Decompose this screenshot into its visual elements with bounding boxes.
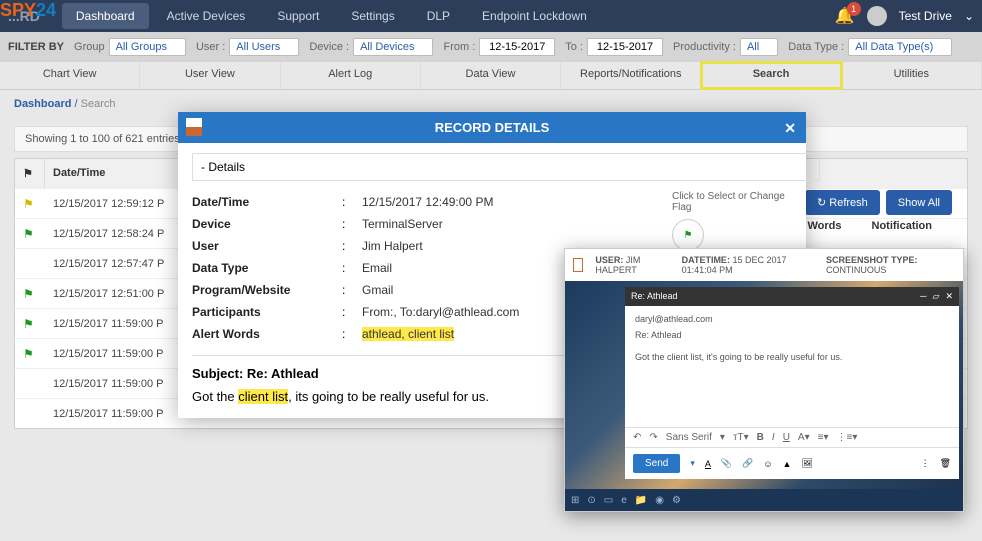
group-select[interactable]: All Groups: [109, 38, 186, 56]
send-button[interactable]: Send: [633, 454, 680, 473]
detail-device: TerminalServer: [362, 217, 662, 231]
to-date[interactable]: [587, 38, 663, 56]
filter-bar: FILTER BY Group All Groups User : All Us…: [0, 32, 982, 62]
link-icon[interactable]: 🔗: [742, 458, 753, 469]
minimize-icon[interactable]: ─: [920, 291, 926, 302]
modal-title: RECORD DETAILS: [435, 120, 550, 135]
italic-icon[interactable]: I: [772, 432, 775, 443]
image-icon[interactable]: 🖼: [801, 458, 812, 469]
tab-data[interactable]: Data View: [421, 62, 561, 89]
to-field[interactable]: daryl@athlead.com: [635, 314, 949, 324]
col-datetime: Date/Time: [45, 159, 185, 188]
datatype-select[interactable]: All Data Type(s): [848, 38, 952, 56]
tab-utilities[interactable]: Utilities: [842, 62, 982, 89]
view-tabs: Chart View User View Alert Log Data View…: [0, 62, 982, 90]
filter-label: FILTER BY: [8, 41, 64, 53]
emoji-icon[interactable]: ☺: [763, 459, 772, 469]
modal-header: RECORD DETAILS ✕: [178, 112, 806, 143]
body-field[interactable]: Got the client list, it's going to be re…: [635, 352, 949, 362]
chevron-down-icon[interactable]: ⌄: [964, 9, 974, 23]
user-select[interactable]: All Users: [229, 38, 299, 56]
color-icon[interactable]: A▾: [798, 432, 810, 443]
nav-dlp[interactable]: DLP: [413, 3, 464, 29]
nav-dashboard[interactable]: Dashboard: [62, 3, 149, 29]
nav-support[interactable]: Support: [263, 3, 333, 29]
tab-search[interactable]: Search: [701, 62, 841, 89]
tab-reports[interactable]: Reports/Notifications: [561, 62, 701, 89]
col-notification: Notification: [872, 220, 933, 232]
flag-icon[interactable]: ⚑: [672, 219, 704, 251]
more-icon[interactable]: ⋮: [921, 458, 930, 469]
nav-settings[interactable]: Settings: [337, 3, 408, 29]
bell-icon[interactable]: 🔔1: [835, 6, 855, 26]
screenshot-preview: USER: JIM HALPERT DATETIME: 15 DEC 2017 …: [564, 248, 964, 512]
nav-endpoint[interactable]: Endpoint Lockdown: [468, 3, 601, 29]
flag-label: Click to Select or Change Flag: [672, 191, 792, 213]
details-toggle[interactable]: - Details: [192, 153, 820, 181]
device-select[interactable]: All Devices: [353, 38, 433, 56]
bell-badge: 1: [847, 2, 861, 16]
detail-datetime: 12/15/2017 12:49:00 PM: [362, 195, 662, 209]
bold-icon[interactable]: B: [757, 432, 764, 443]
close-icon[interactable]: ✕: [945, 291, 953, 302]
taskbar: ⊞ ⊙ ▭e📁◉⚙: [565, 489, 963, 511]
align-icon[interactable]: ≡▾: [818, 432, 829, 443]
format-icon[interactable]: A: [705, 459, 711, 469]
subject-field[interactable]: Re: Athlead: [635, 330, 949, 340]
font-select[interactable]: Sans Serif: [666, 432, 712, 443]
user-name[interactable]: Test Drive: [899, 9, 952, 23]
size-icon[interactable]: тT▾: [733, 432, 749, 443]
list-icon[interactable]: ⋮≡▾: [836, 432, 857, 443]
pdf-icon[interactable]: [573, 258, 583, 272]
undo-icon[interactable]: ↶: [633, 432, 641, 443]
window-title: Re: Athlead: [631, 291, 678, 302]
avatar[interactable]: [867, 6, 887, 26]
nav-active-devices[interactable]: Active Devices: [153, 3, 260, 29]
refresh-button[interactable]: ↻ Refresh: [805, 190, 880, 215]
top-nav: ...RD Dashboard Active Devices Support S…: [0, 0, 982, 32]
col-words: Words: [807, 220, 841, 232]
watermark-logo: SPY24: [0, 0, 56, 21]
redo-icon[interactable]: ↷: [649, 432, 657, 443]
attach-icon[interactable]: 📎: [721, 458, 732, 469]
tab-alert[interactable]: Alert Log: [281, 62, 421, 89]
from-date[interactable]: [479, 38, 555, 56]
underline-icon[interactable]: U: [783, 432, 790, 443]
showall-button[interactable]: Show All: [886, 190, 952, 215]
col-flag: ⚑: [15, 159, 45, 188]
close-icon[interactable]: ✕: [784, 120, 796, 137]
pdf-icon[interactable]: [186, 118, 202, 136]
tab-user[interactable]: User View: [140, 62, 280, 89]
start-icon[interactable]: ⊞: [571, 495, 579, 506]
tab-chart[interactable]: Chart View: [0, 62, 140, 89]
productivity-select[interactable]: All: [740, 38, 778, 56]
drive-icon[interactable]: ▲: [783, 459, 792, 469]
format-toolbar: ↶↷ Sans Serif▾ тT▾ BIU A▾ ≡▾ ⋮≡▾: [625, 427, 959, 447]
search-icon[interactable]: ⊙: [587, 495, 595, 506]
email-compose-window: Re: Athlead ─ ▱ ✕ daryl@athlead.com Re: At…: [625, 287, 959, 479]
trash-icon[interactable]: 🗑: [940, 458, 951, 469]
maximize-icon[interactable]: ▱: [933, 291, 940, 302]
